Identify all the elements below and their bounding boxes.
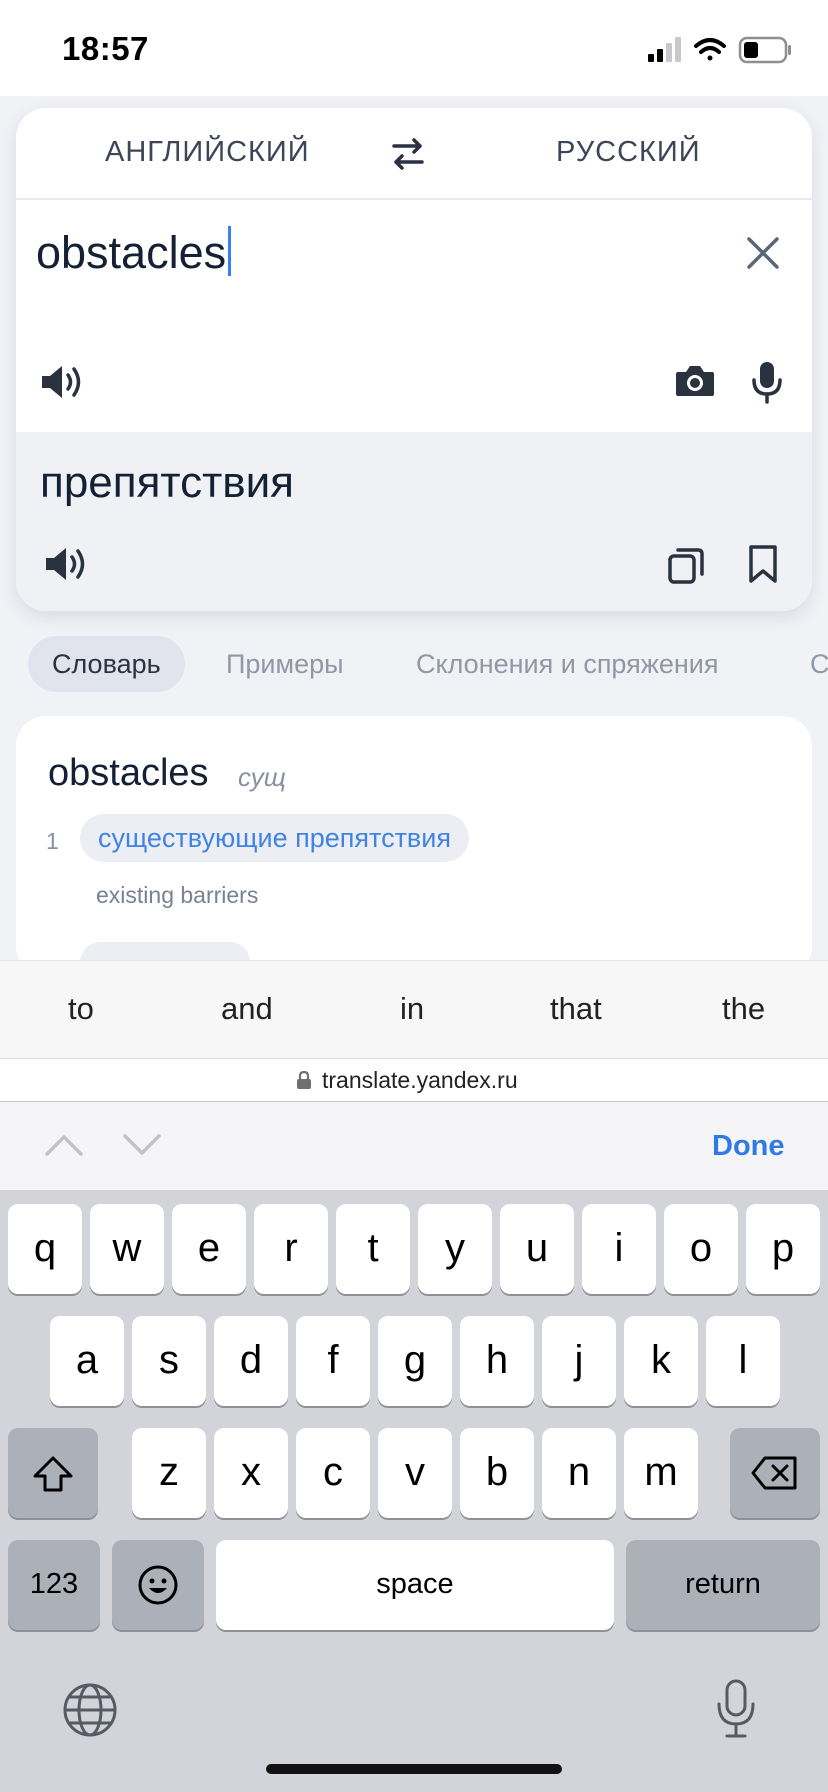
- key-b[interactable]: b: [460, 1428, 534, 1518]
- bookmark-icon[interactable]: [748, 544, 778, 584]
- backspace-icon: [751, 1456, 797, 1490]
- key-l[interactable]: l: [706, 1316, 780, 1406]
- key-y[interactable]: y: [418, 1204, 492, 1294]
- battery-icon: [738, 36, 791, 64]
- suggestion-item[interactable]: that: [550, 991, 602, 1027]
- key-u[interactable]: u: [500, 1204, 574, 1294]
- keyboard: q w e r t y u i o p a s d f g h j k l z …: [0, 1190, 828, 1792]
- key-n[interactable]: n: [542, 1428, 616, 1518]
- key-m[interactable]: m: [624, 1428, 698, 1518]
- key-e[interactable]: e: [172, 1204, 246, 1294]
- key-r[interactable]: r: [254, 1204, 328, 1294]
- key-i[interactable]: i: [582, 1204, 656, 1294]
- cellular-signal-icon: [648, 37, 681, 62]
- part-of-speech: сущ: [238, 762, 286, 792]
- key-d[interactable]: d: [214, 1316, 288, 1406]
- tab-dictionary[interactable]: Словарь: [28, 636, 185, 692]
- speaker-icon[interactable]: [44, 544, 88, 584]
- emoji-key[interactable]: [112, 1540, 204, 1630]
- tab-declensions[interactable]: Склонения и спряжения: [416, 636, 718, 692]
- globe-icon[interactable]: [62, 1682, 118, 1738]
- wifi-icon: [694, 38, 726, 61]
- key-o[interactable]: o: [664, 1204, 738, 1294]
- status-icons: [648, 36, 791, 64]
- translation-chip[interactable]: существующие препятствия: [80, 814, 469, 862]
- key-k[interactable]: k: [624, 1316, 698, 1406]
- key-x[interactable]: x: [214, 1428, 288, 1518]
- key-j[interactable]: j: [542, 1316, 616, 1406]
- key-h[interactable]: h: [460, 1316, 534, 1406]
- source-text-input[interactable]: obstacles: [36, 226, 232, 279]
- key-v[interactable]: v: [378, 1428, 452, 1518]
- key-t[interactable]: t: [336, 1204, 410, 1294]
- browser-url-bar[interactable]: translate.yandex.ru: [0, 1058, 828, 1102]
- key-q[interactable]: q: [8, 1204, 82, 1294]
- entry-number: 1: [46, 828, 59, 854]
- quicktype-suggestions: to and in that the: [0, 960, 828, 1058]
- suggestion-item[interactable]: to: [68, 991, 94, 1027]
- translator-card: АНГЛИЙСКИЙ РУССКИЙ obstacles препятствия: [16, 108, 812, 611]
- clear-icon[interactable]: [746, 236, 780, 270]
- copy-icon[interactable]: [668, 546, 704, 584]
- home-indicator: [266, 1764, 562, 1774]
- emoji-icon: [138, 1565, 178, 1605]
- space-key[interactable]: space: [216, 1540, 614, 1630]
- shift-key[interactable]: [8, 1428, 98, 1518]
- swap-languages-icon[interactable]: [390, 136, 426, 172]
- delete-key[interactable]: [730, 1428, 820, 1518]
- key-w[interactable]: w: [90, 1204, 164, 1294]
- url-text: translate.yandex.ru: [322, 1067, 518, 1093]
- text-caret: [228, 226, 232, 276]
- tab-examples[interactable]: Примеры: [226, 636, 344, 692]
- translation-result: препятствия: [16, 432, 812, 611]
- numbers-key[interactable]: 123: [8, 1540, 100, 1630]
- key-g[interactable]: g: [378, 1316, 452, 1406]
- dictionary-headword: obstacles: [48, 752, 209, 794]
- dictation-microphone-icon[interactable]: [714, 1678, 758, 1740]
- done-button[interactable]: Done: [712, 1130, 785, 1163]
- speaker-icon[interactable]: [40, 362, 84, 402]
- key-z[interactable]: z: [132, 1428, 206, 1518]
- translation-example: existing barriers: [96, 882, 259, 908]
- dictionary-card: obstacles сущ 1 существующие препятствия…: [16, 716, 812, 976]
- source-language-button[interactable]: АНГЛИЙСКИЙ: [105, 136, 310, 169]
- keyboard-accessory-bar: Done: [0, 1102, 828, 1190]
- tab-more[interactable]: С: [810, 636, 828, 692]
- camera-icon[interactable]: [674, 362, 716, 400]
- shift-arrow-icon: [33, 1456, 73, 1492]
- source-text-value: obstacles: [36, 227, 227, 278]
- status-time: 18:57: [62, 30, 149, 67]
- suggestion-item[interactable]: in: [400, 991, 424, 1027]
- dictionary-tabs: Словарь Примеры Склонения и спряжения С: [0, 636, 828, 692]
- key-a[interactable]: a: [50, 1316, 124, 1406]
- suggestion-item[interactable]: the: [722, 991, 765, 1027]
- translation-text: препятствия: [40, 458, 295, 507]
- suggestion-item[interactable]: and: [221, 991, 273, 1027]
- language-selector-row: АНГЛИЙСКИЙ РУССКИЙ: [16, 108, 812, 200]
- microphone-icon[interactable]: [750, 360, 784, 404]
- chevron-down-icon[interactable]: [122, 1132, 162, 1158]
- key-c[interactable]: c: [296, 1428, 370, 1518]
- target-language-button[interactable]: РУССКИЙ: [556, 136, 701, 169]
- status-bar: 18:57: [0, 0, 828, 96]
- return-key[interactable]: return: [626, 1540, 820, 1630]
- key-f[interactable]: f: [296, 1316, 370, 1406]
- lock-icon: [297, 1070, 311, 1089]
- key-p[interactable]: p: [746, 1204, 820, 1294]
- key-s[interactable]: s: [132, 1316, 206, 1406]
- chevron-up-icon[interactable]: [44, 1132, 84, 1158]
